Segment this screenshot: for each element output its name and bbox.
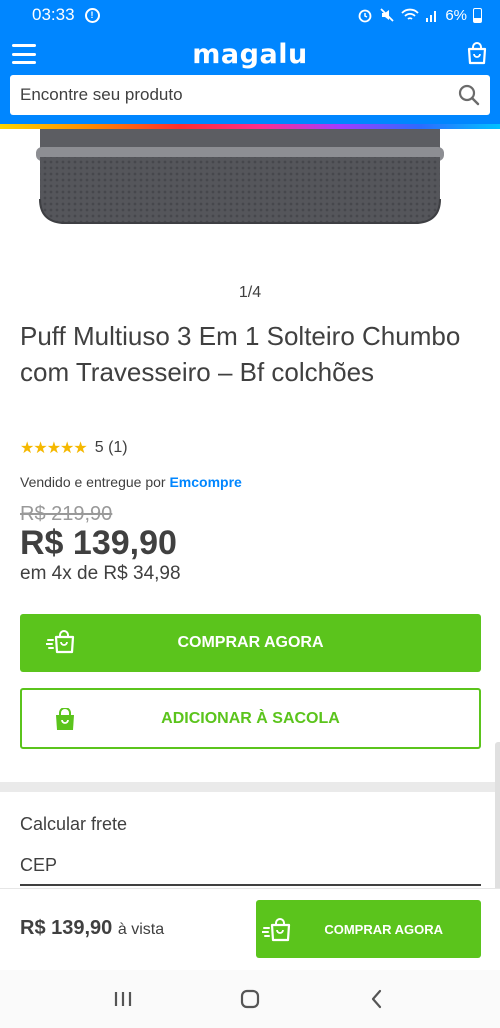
rating-stars-icon: ★★★★★ [20,440,88,457]
sticky-price-value: R$ 139,90 [20,917,113,939]
notification-icon: ! [84,7,100,23]
android-nav-bar [0,970,500,1028]
search-input[interactable] [20,85,458,105]
shipping-label: Calcular frete [20,814,128,834]
section-divider [0,782,500,792]
add-to-bag-button[interactable]: ADICIONAR À SACOLA [20,688,481,749]
cep-input[interactable] [20,846,481,886]
sticky-buy-bar: R$ 139,90 à vista COMPRAR AGORA [0,888,500,970]
seller-prefix: Vendido e entregue por [20,474,170,490]
back-icon[interactable] [357,979,397,1019]
wifi-icon [401,8,419,20]
installments: em 4x de R$ 34,98 [20,563,181,584]
fast-bag-icon [46,630,75,654]
product-rating[interactable]: ★★★★★ 5 (1) [20,438,128,458]
search-icon[interactable] [458,84,480,106]
status-bar: 03:33 ! 6% [0,0,500,30]
app-header: magalu [0,30,500,128]
sticky-price-suffix: à vista [117,921,165,938]
signal-icon [426,11,437,22]
product-title: Puff Multiuso 3 Em 1 Solteiro Chumbo com… [20,321,461,387]
seller-info: Vendido e entregue por Emcompre [20,474,242,490]
battery-percent: 6% [445,6,467,24]
recent-apps-icon[interactable] [103,979,143,1019]
rating-count: 5 (1) [94,439,128,456]
sticky-buy-now-label: COMPRAR AGORA [324,921,443,937]
search-box [10,75,490,115]
status-time: 03:33 [32,5,75,24]
old-price: R$ 219,90 [20,503,113,525]
product-image[interactable] [0,129,500,259]
mute-icon [380,8,394,22]
seller-link[interactable]: Emcompre [169,474,241,490]
sticky-buy-now-button[interactable]: COMPRAR AGORA [256,900,481,958]
current-price: R$ 139,90 [20,524,177,562]
add-to-bag-label: ADICIONAR À SACOLA [161,709,340,727]
gallery-pager: 1/4 [238,284,262,301]
shopping-bag-icon[interactable] [466,41,488,65]
bag-icon [56,708,74,730]
fast-bag-icon [262,918,291,942]
sticky-price: R$ 139,90 à vista [20,917,164,940]
buy-now-label: COMPRAR AGORA [177,634,324,651]
status-icons: 6% [357,7,482,24]
home-icon[interactable] [230,979,270,1019]
battery-icon [473,7,482,23]
magalu-logo[interactable]: magalu [0,39,500,70]
alarm-icon [358,9,372,23]
buy-now-button[interactable]: COMPRAR AGORA [20,614,481,672]
